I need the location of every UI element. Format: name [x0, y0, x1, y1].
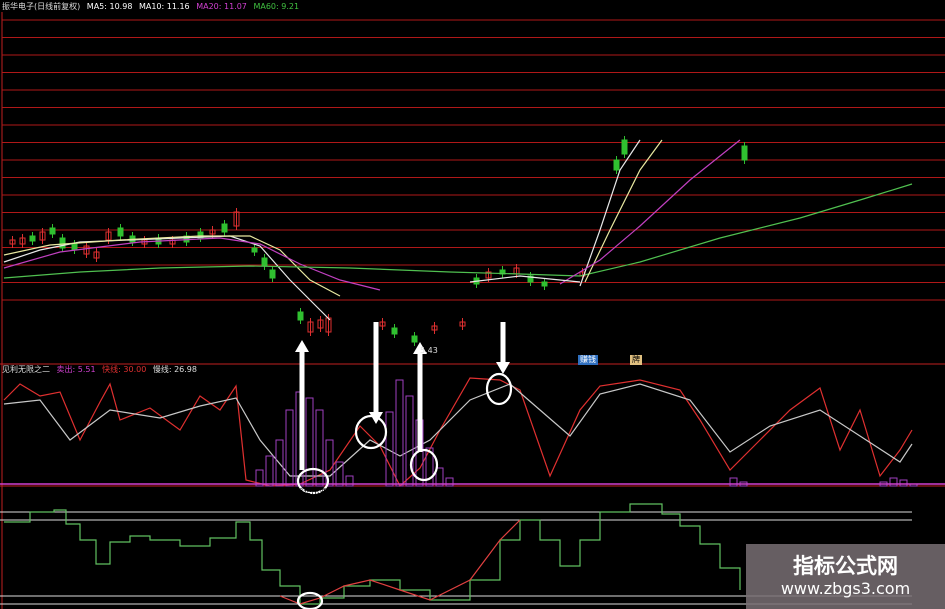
- candle-body: [117, 227, 124, 237]
- profit-tag: 赚钱: [578, 355, 598, 365]
- candle-body: [541, 281, 548, 287]
- down-arrow-2-head: [496, 362, 510, 374]
- chart-canvas: [0, 12, 945, 609]
- ma20-readout: MA20: 11.07: [196, 2, 247, 11]
- price-grid: [0, 12, 945, 609]
- focus-readout: 关注: 0.50: [249, 488, 289, 497]
- candle-body: [741, 145, 748, 161]
- fast-line-readout: 快线: 30.00: [102, 365, 147, 374]
- indicator1-title: 见利无限之一: [2, 488, 50, 497]
- sell-volume-bar: [445, 477, 454, 487]
- sell-volume-bar: [305, 397, 314, 487]
- indicator2-title: 见利无限之二: [2, 365, 50, 374]
- candle-body: [71, 243, 78, 251]
- candle-body: [261, 257, 268, 267]
- step-line-red: [279, 519, 521, 605]
- candle-body: [297, 311, 304, 321]
- bottom-readout: 底部: 0.20: [204, 488, 244, 497]
- ma5-readout: MA5: 10.98: [86, 2, 133, 11]
- candle-body: [613, 159, 620, 171]
- low-panel-header: 见利无限之一 阶段卖出: 3.20 3.50 清仓卖出: 3.50 底部: 0.…: [2, 488, 408, 498]
- stage-sell-readout-2: 3.50: [118, 488, 136, 497]
- candle-body: [269, 269, 276, 279]
- sell-volume-bar: [265, 455, 274, 487]
- candle-body: [411, 335, 418, 343]
- ma60-line: [3, 183, 913, 279]
- candlesticks: [9, 136, 748, 346]
- mid-panel-header: 见利无限之二 卖出: 5.51 快线: 30.00 慢线: 26.98: [2, 365, 201, 375]
- ma10-line-right: [584, 139, 663, 283]
- value-readout: 数值: 0.75: [364, 488, 405, 497]
- up-arrow-head: [295, 340, 309, 352]
- card-tag: 牌: [630, 355, 642, 365]
- watermark-badge: 指标公式网 www.zbgs3.com: [746, 544, 945, 609]
- step-line-green: [4, 503, 741, 605]
- main-panel-header: 振华电子(日线前复权) MA5: 10.98 MA10: 11.16 MA20:…: [2, 2, 303, 12]
- candle-body: [29, 235, 36, 242]
- candle-body: [621, 139, 628, 155]
- sell-volume-bar: [899, 479, 908, 487]
- highlight-circle: [354, 414, 388, 450]
- sell-readout: 卖出: 5.51: [56, 365, 96, 374]
- sell-volume-bar: [729, 477, 738, 487]
- candle-body: [391, 327, 398, 335]
- fast-line: [3, 377, 913, 487]
- stock-title: 振华电子(日线前复权): [2, 2, 81, 11]
- watermark-title: 指标公式网: [793, 554, 898, 578]
- sell-volume-bar: [889, 477, 898, 487]
- slow-line-readout: 慢线: 26.98: [152, 365, 197, 374]
- watermark-url: www.zbgs3.com: [780, 579, 911, 598]
- candle-body: [251, 247, 258, 253]
- clear-sell-readout: 清仓卖出: 3.50: [142, 488, 198, 497]
- oscillator-panel: [0, 377, 945, 487]
- ma5-line: [3, 235, 331, 321]
- ma10-readout: MA10: 11.16: [138, 2, 190, 11]
- sell-volume-bar: [395, 379, 404, 487]
- candle-body: [49, 227, 56, 235]
- stage-sell-readout: 阶段卖出: 3.20: [56, 488, 112, 497]
- strong-readout: 强势出票出: 1.75: [295, 488, 359, 497]
- candle-body: [59, 237, 66, 249]
- ma60-readout: MA60: 9.21: [253, 2, 300, 11]
- candle-body: [221, 223, 228, 233]
- price-note: 5.43: [420, 346, 438, 355]
- stock-chart-screen: 振华电子(日线前复权) MA5: 10.98 MA10: 11.16 MA20:…: [0, 0, 945, 609]
